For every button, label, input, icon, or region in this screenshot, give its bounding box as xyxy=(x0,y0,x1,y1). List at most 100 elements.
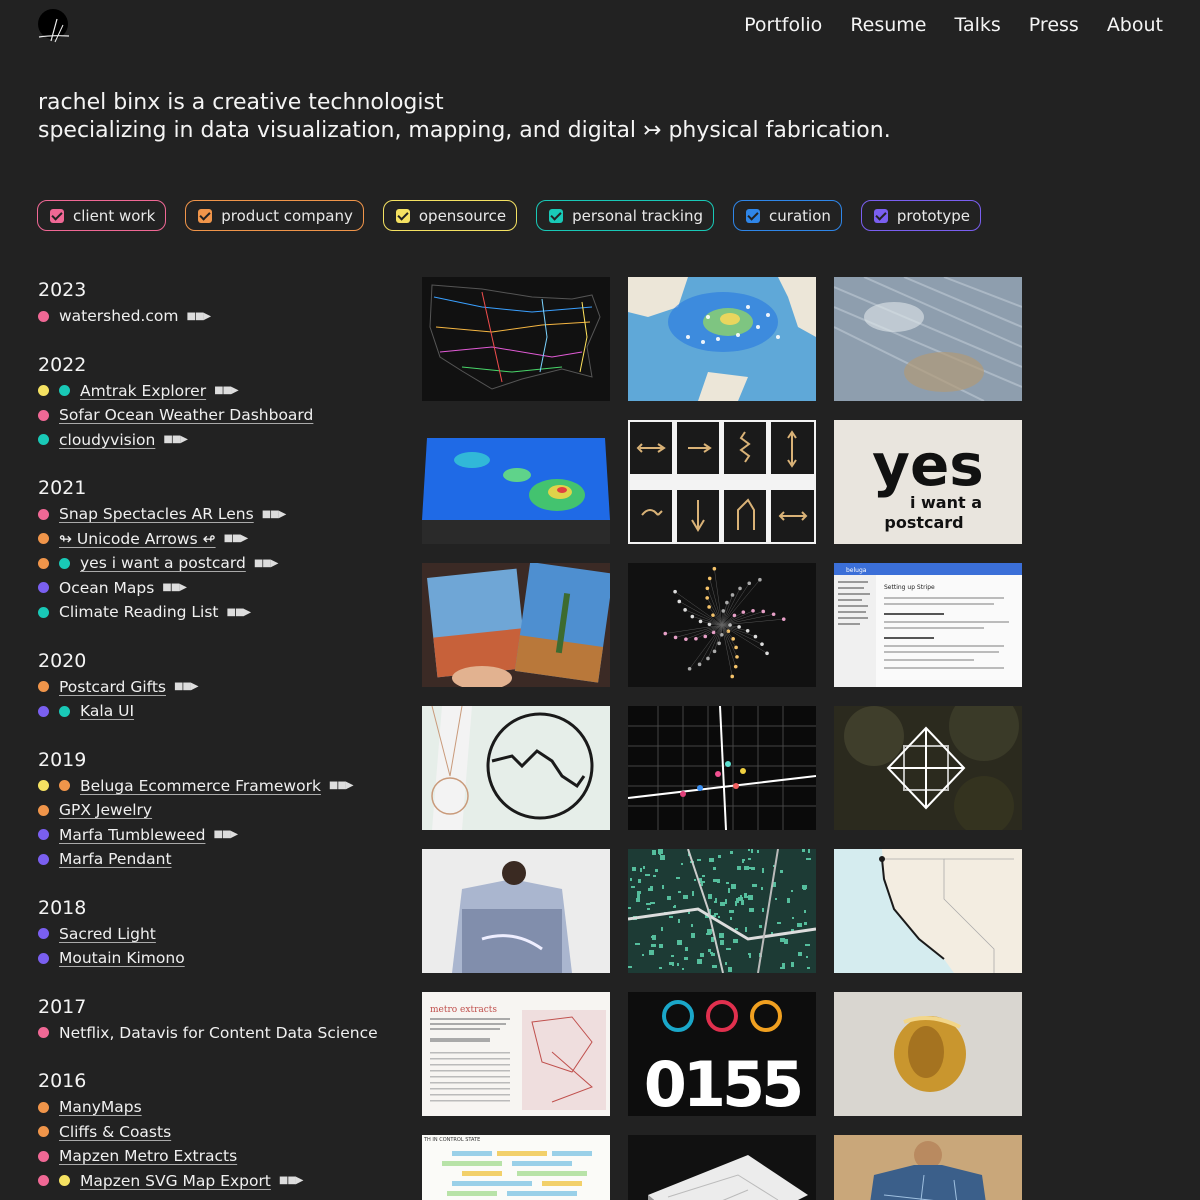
project-item[interactable]: yes i want a postcard ■■▶ xyxy=(38,551,408,576)
filter-prototype[interactable]: prototype xyxy=(860,200,982,231)
project-item[interactable]: Netflix, Datavis for Content Data Scienc… xyxy=(38,1021,408,1046)
external-link-arrow-icon[interactable]: ■■▶ xyxy=(186,311,211,322)
thumb-activity-counter[interactable]: 0155 xyxy=(628,992,816,1116)
project-link[interactable]: Ocean Maps xyxy=(59,579,154,597)
thumb-marfa-map[interactable] xyxy=(628,706,816,830)
filter-opensource[interactable]: opensource xyxy=(382,200,518,231)
project-link[interactable]: Climate Reading List xyxy=(59,603,219,621)
project-link[interactable]: Moutain Kimono xyxy=(59,949,185,967)
thumb-beluga-docs[interactable]: beluga Setting up Stripe xyxy=(834,563,1022,687)
project-link[interactable]: Beluga Ecommerce Framework xyxy=(80,777,321,795)
thumb-spiral-dots[interactable] xyxy=(628,563,816,687)
project-link[interactable]: Snap Spectacles AR Lens xyxy=(59,505,254,523)
project-link[interactable]: Marfa Tumbleweed xyxy=(59,826,205,844)
category-dot-icon xyxy=(38,952,49,964)
thumb-gpx-pendant[interactable] xyxy=(422,706,610,830)
thumb-postcard-gifts[interactable] xyxy=(422,563,610,687)
project-link[interactable]: Marfa Pendant xyxy=(59,850,172,868)
project-item[interactable]: Climate Reading List ■■▶ xyxy=(38,600,408,625)
thumb-unicode-arrows[interactable] xyxy=(628,420,816,544)
checkbox-icon[interactable] xyxy=(50,208,64,223)
project-item[interactable]: Ocean Maps ■■▶ xyxy=(38,576,408,601)
project-item[interactable]: Snap Spectacles AR Lens ■■▶ xyxy=(38,502,408,527)
thumb-metro-extracts[interactable]: metro extracts xyxy=(422,992,610,1116)
external-link-arrow-icon[interactable]: ■■▶ xyxy=(279,1175,304,1186)
project-link[interactable]: Sacred Light xyxy=(59,925,156,943)
nav-talks[interactable]: Talks xyxy=(955,14,1001,36)
logo-icon[interactable] xyxy=(37,9,71,43)
checkbox-icon[interactable] xyxy=(549,208,564,223)
external-link-arrow-icon[interactable]: ■■▶ xyxy=(162,582,187,593)
thumb-yes-postcard[interactable]: yes i want a postcard xyxy=(834,420,1022,544)
project-link[interactable]: ↬ Unicode Arrows ↫ xyxy=(59,530,216,548)
project-item[interactable]: Mapzen Metro Extracts xyxy=(38,1144,408,1169)
project-item[interactable]: Beluga Ecommerce Framework ■■▶ xyxy=(38,774,408,799)
thumb-hawaii-terrain[interactable] xyxy=(422,420,610,544)
project-item[interactable]: Mapzen SVG Map Export ■■▶ xyxy=(38,1169,408,1194)
project-item[interactable]: Cliffs & Coasts xyxy=(38,1120,408,1145)
project-item[interactable]: Postcard Gifts ■■▶ xyxy=(38,675,408,700)
project-link[interactable]: ManyMaps xyxy=(59,1098,142,1116)
external-link-arrow-icon[interactable]: ■■▶ xyxy=(262,509,287,520)
project-link[interactable]: GPX Jewelry xyxy=(59,801,152,819)
external-link-arrow-icon[interactable]: ■■▶ xyxy=(213,829,238,840)
checkbox-icon[interactable] xyxy=(746,208,761,223)
project-item[interactable]: watershed.com ■■▶ xyxy=(38,304,408,329)
nav-about[interactable]: About xyxy=(1107,14,1163,36)
project-link[interactable]: Mapzen Metro Extracts xyxy=(59,1147,237,1165)
building-block xyxy=(643,866,645,869)
project-link[interactable]: Cliffs & Coasts xyxy=(59,1123,171,1141)
project-link[interactable]: watershed.com xyxy=(59,307,178,325)
project-item[interactable]: Moutain Kimono xyxy=(38,946,408,971)
project-link[interactable]: Kala UI xyxy=(80,702,134,720)
project-item[interactable]: Marfa Tumbleweed ■■▶ xyxy=(38,823,408,848)
thumb-california-coast[interactable] xyxy=(834,849,1022,973)
thumb-ocean-weather[interactable] xyxy=(628,277,816,401)
thumb-amtrak-map[interactable] xyxy=(422,277,610,401)
external-link-arrow-icon[interactable]: ■■▶ xyxy=(224,533,249,544)
external-link-arrow-icon[interactable]: ■■▶ xyxy=(174,681,199,692)
external-link-arrow-icon[interactable]: ■■▶ xyxy=(227,607,252,618)
filter-personal-tracking[interactable]: personal tracking xyxy=(536,200,715,231)
filter-product-company[interactable]: product company xyxy=(185,200,364,231)
thumb-gold-ring[interactable] xyxy=(834,992,1022,1116)
thumb-cloudyvision[interactable] xyxy=(834,277,1022,401)
project-item[interactable]: Kala UI xyxy=(38,699,408,724)
nav-resume[interactable]: Resume xyxy=(850,14,926,36)
nav-press[interactable]: Press xyxy=(1029,14,1079,36)
project-item[interactable]: cloudyvision ■■▶ xyxy=(38,428,408,453)
external-link-arrow-icon[interactable]: ■■▶ xyxy=(254,558,279,569)
external-link-arrow-icon[interactable]: ■■▶ xyxy=(214,385,239,396)
checkbox-icon[interactable] xyxy=(873,208,888,223)
project-link[interactable]: Amtrak Explorer xyxy=(80,382,206,400)
project-link[interactable]: yes i want a postcard xyxy=(80,554,246,572)
filter-client-work[interactable]: client work xyxy=(37,200,167,231)
project-link[interactable]: cloudyvision xyxy=(59,431,155,449)
external-link-arrow-icon[interactable]: ■■▶ xyxy=(163,434,188,445)
thumb-map-book[interactable] xyxy=(628,1135,816,1200)
building-block xyxy=(706,933,711,935)
project-link[interactable]: Postcard Gifts xyxy=(59,678,166,696)
project-link[interactable]: Netflix, Datavis for Content Data Scienc… xyxy=(59,1024,378,1042)
checkbox-icon[interactable] xyxy=(198,208,213,223)
project-item[interactable]: Amtrak Explorer ■■▶ xyxy=(38,379,408,404)
project-item[interactable]: ManyMaps xyxy=(38,1095,408,1120)
project-link[interactable]: Mapzen SVG Map Export xyxy=(80,1172,271,1190)
filter-curation[interactable]: curation xyxy=(733,200,842,231)
category-dot-icon xyxy=(59,557,70,569)
thumb-map-shirt[interactable] xyxy=(834,1135,1022,1200)
thumb-kimono[interactable] xyxy=(422,849,610,973)
project-item[interactable]: Sacred Light xyxy=(38,922,408,947)
project-item[interactable]: ↬ Unicode Arrows ↫ ■■▶ xyxy=(38,527,408,552)
thumb-schedule-chart[interactable]: TH IN CONTROL STATE xyxy=(422,1135,610,1200)
external-link-arrow-icon[interactable]: ■■▶ xyxy=(329,780,354,791)
project-item[interactable]: GPX Jewelry xyxy=(38,798,408,823)
nav-portfolio[interactable]: Portfolio xyxy=(744,14,822,36)
project-item[interactable]: Marfa Pendant xyxy=(38,847,408,872)
year-heading: 2020 xyxy=(38,649,87,672)
checkbox-icon[interactable] xyxy=(395,208,410,223)
project-item[interactable]: Sofar Ocean Weather Dashboard xyxy=(38,403,408,428)
thumb-sacred-light[interactable] xyxy=(834,706,1022,830)
project-link[interactable]: Sofar Ocean Weather Dashboard xyxy=(59,406,313,424)
thumb-city-buildings[interactable] xyxy=(628,849,816,973)
